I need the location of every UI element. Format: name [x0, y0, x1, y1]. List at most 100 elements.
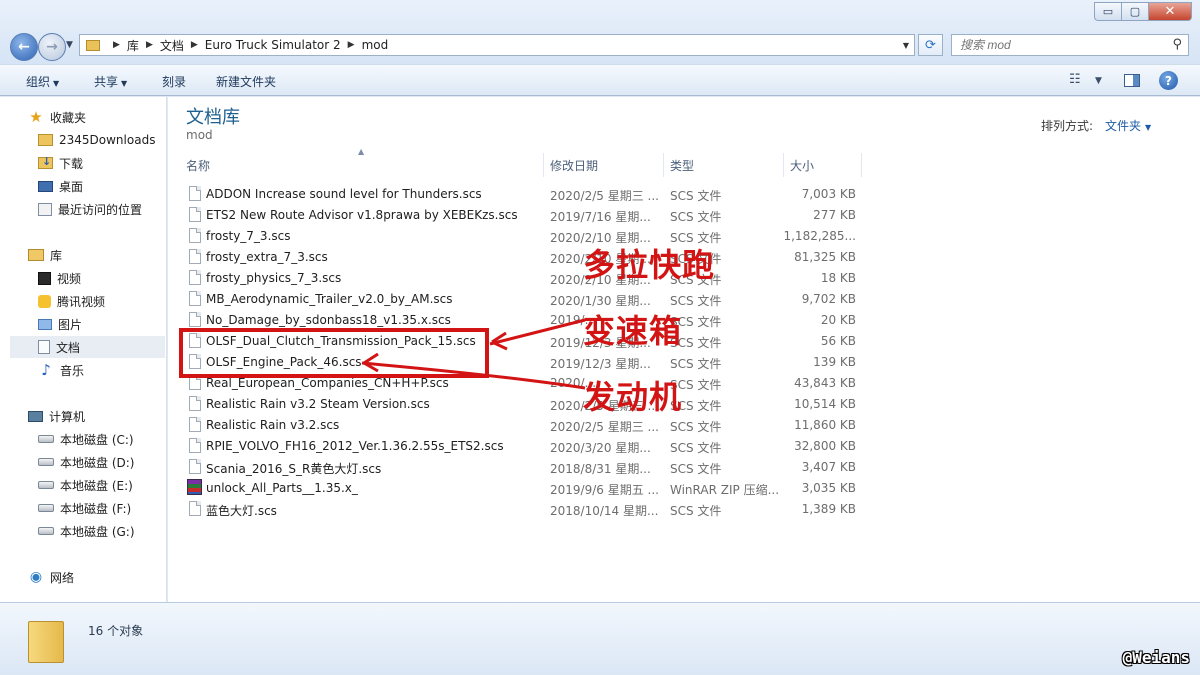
nav-label: 音乐	[60, 363, 85, 378]
column-header-date[interactable]: 修改日期	[546, 153, 664, 177]
file-row[interactable]: frosty_physics_7_3.scs 2020/2/10 星期... SCS…	[182, 268, 862, 289]
chevron-down-icon: ▼	[1145, 123, 1152, 132]
hard-drive-icon	[38, 458, 54, 466]
music-note-icon: ♪	[41, 361, 51, 379]
search-box[interactable]: ⚲	[951, 34, 1189, 56]
file-row[interactable]: frosty_extra_7_3.scs 2020/2/10 星期... SCS 文…	[182, 247, 862, 268]
view-options-icon[interactable]: ☷	[1069, 72, 1081, 87]
breadcrumb-documents[interactable]: 文档	[160, 37, 184, 54]
file-date: 2018/10/14 星期...	[550, 504, 659, 518]
breadcrumb-library[interactable]: 库	[127, 37, 139, 54]
file-size: 9,702 KB	[801, 292, 856, 306]
nav-item-tencent-video[interactable]: 腾讯视频	[38, 290, 105, 312]
nav-label: 最近访问的位置	[58, 202, 143, 217]
hard-drive-icon	[38, 481, 54, 489]
folder-icon	[86, 39, 100, 51]
file-type: SCS 文件	[670, 189, 722, 203]
file-type: SCS 文件	[670, 336, 722, 350]
nav-favorites[interactable]: ★ 收藏夹	[28, 106, 86, 128]
refresh-icon: ⟳	[925, 37, 936, 53]
library-icon	[28, 249, 44, 261]
column-header-type[interactable]: 类型	[666, 153, 784, 177]
chevron-right-icon[interactable]: ▶	[146, 40, 153, 50]
hard-drive-icon	[38, 527, 54, 535]
computer-icon	[28, 410, 43, 422]
search-icon[interactable]: ⚲	[1172, 37, 1182, 52]
address-bar[interactable]: ▶ 库 ▶ 文档 ▶ Euro Truck Simulator 2 ▶ mod …	[79, 34, 915, 56]
file-type: SCS 文件	[670, 441, 722, 455]
share-menu[interactable]: 共享 ▼	[94, 73, 127, 90]
nav-item-drive-e[interactable]: 本地磁盘 (E:)	[38, 474, 133, 496]
refresh-button[interactable]: ⟳	[918, 34, 943, 56]
nav-label: 视频	[57, 271, 82, 286]
nav-item-drive-c[interactable]: 本地磁盘 (C:)	[38, 428, 134, 450]
chevron-right-icon[interactable]: ▶	[191, 40, 198, 50]
nav-item-pictures[interactable]: 图片	[38, 313, 82, 335]
new-folder-button[interactable]: 新建文件夹	[216, 73, 276, 90]
nav-item-desktop[interactable]: 桌面	[38, 175, 83, 197]
nav-label: 本地磁盘 (G:)	[60, 524, 135, 539]
back-button[interactable]: ←	[10, 33, 38, 61]
file-row[interactable]: ETS2 New Route Advisor v1.8prawa by XEBE…	[182, 205, 862, 226]
forward-button[interactable]: →	[38, 33, 66, 61]
column-header-size[interactable]: 大小	[786, 153, 862, 177]
breadcrumb-mod[interactable]: mod	[362, 38, 389, 52]
nav-item-music[interactable]: ♪ 音乐	[38, 359, 84, 381]
item-count: 16 个对象	[88, 624, 144, 638]
organize-menu[interactable]: 组织 ▼	[26, 73, 59, 90]
breadcrumb-ets2[interactable]: Euro Truck Simulator 2	[205, 38, 341, 52]
file-icon	[189, 291, 201, 306]
minimize-button[interactable]: ▭	[1094, 2, 1121, 21]
winrar-zip-icon	[187, 479, 202, 495]
maximize-button[interactable]: ▢	[1121, 2, 1148, 21]
address-history-dropdown[interactable]: ▼	[898, 35, 914, 55]
preview-pane-icon[interactable]	[1124, 74, 1140, 87]
library-subtitle: mod	[186, 128, 213, 142]
network-icon: ◉	[29, 569, 43, 585]
file-row[interactable]: unlock_All_Parts__1.35.x_ 2019/9/6 星期五 ..…	[182, 478, 862, 499]
file-row[interactable]: MB_Aerodynamic_Trailer_v2.0_by_AM.scs 202…	[182, 289, 862, 310]
nav-item-recent-places[interactable]: 最近访问的位置	[38, 198, 142, 220]
chevron-down-icon: ▼	[121, 79, 128, 88]
nav-item-drive-g[interactable]: 本地磁盘 (G:)	[38, 520, 135, 542]
close-button[interactable]: ✕	[1148, 2, 1192, 21]
file-size: 11,860 KB	[794, 418, 856, 432]
recent-pages-dropdown[interactable]: ▼	[66, 40, 73, 50]
nav-item-drive-d[interactable]: 本地磁盘 (D:)	[38, 451, 134, 473]
file-row[interactable]: Realistic Rain v3.2 Steam Version.scs 202…	[182, 394, 862, 415]
file-size: 1,182,285...	[783, 229, 856, 243]
nav-label: 本地磁盘 (F:)	[60, 501, 132, 516]
file-row[interactable]: ADDON Increase sound level for Thunders.…	[182, 184, 862, 205]
arrange-by-dropdown[interactable]: 文件夹 ▼	[1105, 117, 1151, 134]
search-input[interactable]	[960, 38, 1160, 52]
file-icon	[189, 417, 201, 432]
nav-network[interactable]: ◉ 网络	[28, 566, 74, 588]
nav-item-videos[interactable]: 视频	[38, 267, 81, 289]
nav-item-documents[interactable]: 文档	[10, 336, 165, 358]
file-row[interactable]: frosty_7_3.scs 2020/2/10 星期... SCS 文件 1,182…	[182, 226, 862, 247]
burn-button[interactable]: 刻录	[162, 73, 186, 90]
download-folder-icon	[38, 155, 53, 169]
chevron-right-icon[interactable]: ▶	[348, 40, 355, 50]
chevron-right-icon[interactable]: ▶	[113, 40, 120, 50]
nav-label: 下载	[59, 156, 84, 171]
nav-libraries[interactable]: 库	[28, 244, 62, 266]
file-type: SCS 文件	[670, 294, 722, 308]
column-header-name[interactable]: 名称	[182, 153, 544, 177]
file-size: 3,407 KB	[801, 460, 856, 474]
file-row[interactable]: RPIE_VOLVO_FH16_2012_Ver.1.36.2.55s_ETS2…	[182, 436, 862, 457]
nav-item-2345downloads[interactable]: 2345Downloads	[38, 129, 155, 151]
help-icon[interactable]: ?	[1159, 71, 1178, 90]
file-icon	[189, 312, 201, 327]
file-type: SCS 文件	[670, 420, 722, 434]
nav-computer[interactable]: 计算机	[28, 405, 85, 427]
view-dropdown-icon[interactable]: ▼	[1095, 76, 1102, 86]
file-row[interactable]: 蓝色大灯.scs 2018/10/14 星期... SCS 文件 1,389 KB	[182, 499, 862, 520]
file-row[interactable]: Scania_2016_S_R黄色大灯.scs 2018/8/31 星期... SC…	[182, 457, 862, 478]
nav-item-downloads[interactable]: 下载	[38, 152, 83, 174]
nav-item-drive-f[interactable]: 本地磁盘 (F:)	[38, 497, 131, 519]
file-size: 43,843 KB	[794, 376, 856, 390]
file-type: SCS 文件	[670, 378, 722, 392]
file-type: SCS 文件	[670, 210, 722, 224]
file-row[interactable]: Realistic Rain v3.2.scs 2020/2/5 星期三 ... S…	[182, 415, 862, 436]
